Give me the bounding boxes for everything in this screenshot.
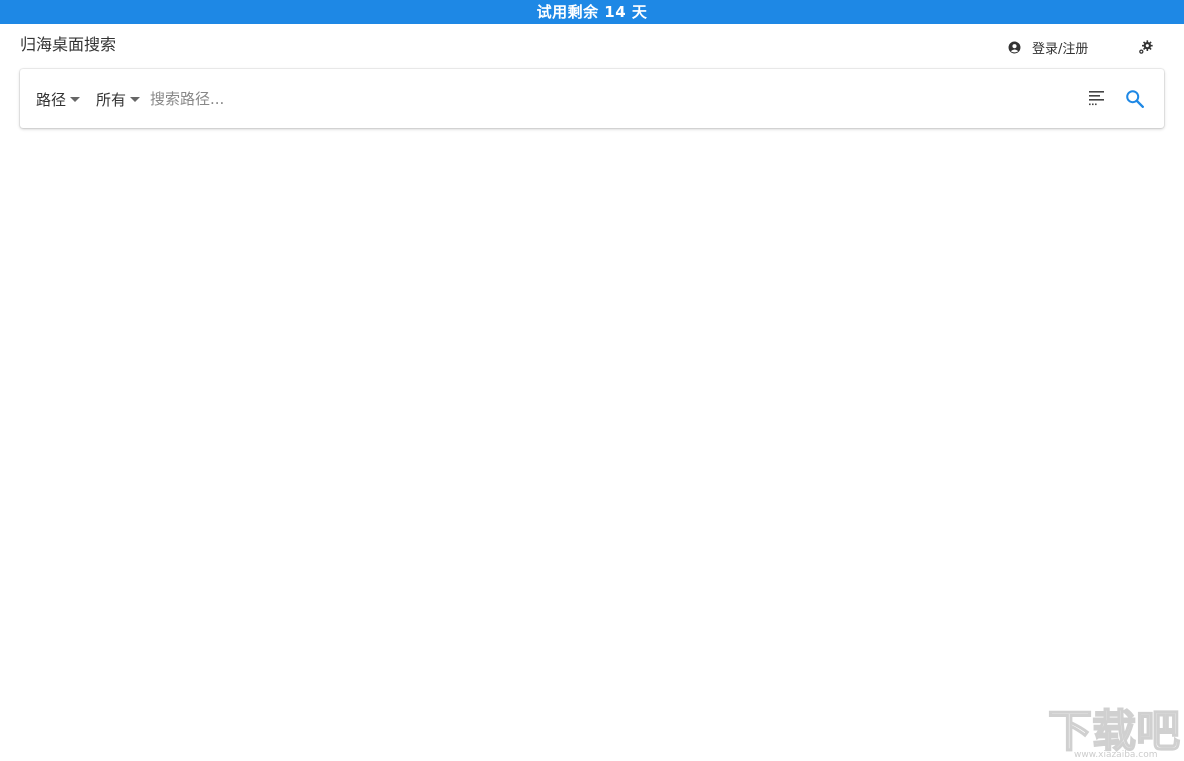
search-bar: 路径 所有 xyxy=(20,69,1164,128)
app-title: 归海桌面搜索 xyxy=(20,35,117,54)
search-scope-dropdown[interactable]: 路径 xyxy=(36,88,81,110)
search-icon[interactable] xyxy=(1124,88,1146,110)
file-type-label: 所有 xyxy=(96,90,127,109)
caret-down-icon xyxy=(70,96,81,102)
file-type-dropdown[interactable]: 所有 xyxy=(96,88,141,110)
trial-banner: 试用剩余 14 天 xyxy=(0,0,1184,24)
trial-banner-text: 试用剩余 14 天 xyxy=(536,3,648,21)
user-circle-icon xyxy=(1008,41,1021,53)
login-register-label: 登录/注册 xyxy=(1032,41,1089,57)
watermark-url: www.xiazaiba.com xyxy=(1074,750,1158,760)
search-scope-label: 路径 xyxy=(36,90,67,109)
gear-icon[interactable] xyxy=(1138,39,1154,55)
caret-down-icon xyxy=(130,96,141,102)
search-input[interactable] xyxy=(150,86,1070,112)
login-register-link[interactable]: 登录/注册 xyxy=(1008,37,1088,57)
sort-lines-icon[interactable] xyxy=(1088,89,1106,107)
